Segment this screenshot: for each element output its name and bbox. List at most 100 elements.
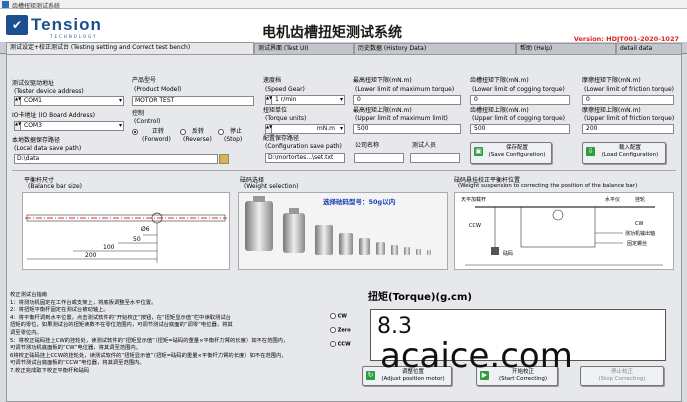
- susp-label-1: 天平加载杆: [461, 197, 487, 203]
- instruction-line: 7.校正完成取下校正平衡杆和砝码: [10, 367, 90, 374]
- save-path-label-en: (Local data save path): [14, 145, 82, 152]
- logo-subtext: TECHNOLOGY: [50, 34, 98, 39]
- load-config-label: 载入配置: [618, 145, 641, 151]
- max-upper-label-en: (Upper limit of maximum limit): [355, 115, 448, 122]
- tester-person-input[interactable]: [410, 153, 460, 163]
- divider: [12, 170, 676, 171]
- save-path-value: D:\data: [17, 155, 40, 162]
- cog-upper-label: 齿槽扭矩上限(mN.m): [470, 107, 529, 114]
- fric-lower-label: 摩擦扭矩下限(mN.m): [582, 77, 641, 84]
- start-label-en: (Start Correcting): [498, 376, 548, 382]
- zero-label: Zero: [337, 327, 351, 334]
- product-model-input[interactable]: MOTOR TEST: [132, 96, 254, 106]
- instruction-line: 可调节测试台底面板的“CCW”电位器，将其调至范围内。: [10, 360, 145, 367]
- balance-bar-diagram: Ø6 50 100 200: [22, 192, 230, 270]
- control-label: 控制: [132, 110, 145, 117]
- instructions-title: 校正测试台指南: [10, 292, 48, 298]
- io-address-select[interactable]: ▲▼ COM3: [14, 121, 124, 131]
- tester-person-label: 测试人员: [412, 142, 437, 149]
- ccw-led: [330, 341, 336, 347]
- instruction-line: 可调节测功机底面板的“CW”电位器，将其调至范围内。: [10, 345, 141, 352]
- save-config-label: 保存配置: [505, 145, 528, 151]
- torque-unit-select[interactable]: ▲▼ mN.m: [265, 124, 345, 134]
- company-label: 公司名称: [355, 142, 380, 149]
- fric-upper-input[interactable]: 200: [582, 124, 674, 134]
- tab-test-ui-label: 测试界面 (Test UI): [258, 45, 309, 52]
- radio-reverse-dot: [180, 129, 186, 135]
- app-title: 电机齿槽扭矩测试系统: [262, 25, 402, 41]
- cog-lower-input[interactable]: 0: [470, 95, 570, 105]
- folder-browse-icon[interactable]: [219, 154, 229, 164]
- cog-upper-label-en: (Upper limit of cogging torque): [472, 115, 566, 122]
- tab-help[interactable]: 帮助 (Help): [516, 43, 616, 54]
- ccw-label: CCW: [337, 341, 351, 348]
- zero-led: [330, 327, 336, 333]
- cog-lower-label: 齿槽扭矩下限(mN.m): [470, 77, 529, 84]
- radio-reverse[interactable]: [180, 128, 186, 136]
- product-label: 产品型号: [132, 77, 157, 84]
- product-label-en: (Product Model): [134, 86, 182, 93]
- dim-100: 100: [103, 244, 115, 251]
- tab-test-ui[interactable]: 测试界面 (Test UI): [254, 43, 354, 54]
- weight-caption: 选择砝码型号：50g以内: [323, 198, 396, 206]
- tab-detail[interactable]: detail data: [616, 43, 682, 54]
- radio-stop-dot: [218, 129, 224, 135]
- speed-gear-value: 1 r/min: [275, 96, 297, 103]
- tab-history[interactable]: 历史数据 (History Data): [354, 43, 516, 54]
- io-label: IO卡地址 (IO Board Address): [12, 112, 95, 119]
- bar-size-title-en: (Balance bar size): [28, 183, 83, 190]
- tester-address-value: COM1: [24, 97, 42, 104]
- cw-led: [330, 313, 336, 319]
- control-label-en: (Control): [134, 118, 161, 125]
- suspension-diagram: 天平加载杆 水平仪 挂轮 CCW CW 测功机输出轴 固定螺丝 砝码: [454, 192, 674, 270]
- max-lower-value: 0: [357, 96, 361, 103]
- cog-upper-input[interactable]: 500: [470, 124, 570, 134]
- cog-lower-label-en: (Lower limit of cogging torque): [472, 86, 565, 93]
- speed-gear-select[interactable]: ▲▼ 1 r/min: [265, 95, 345, 105]
- max-lower-input[interactable]: 0: [353, 95, 461, 105]
- save-config-button[interactable]: ▣ 保存配置 (Save Configuration): [470, 142, 552, 164]
- app-icon: [2, 1, 9, 8]
- io-address-value: COM3: [24, 122, 42, 129]
- stop-label-en: (Stop Correcting): [598, 376, 646, 382]
- balance-bar-drawing: [25, 212, 227, 263]
- fric-lower-input[interactable]: 0: [582, 95, 674, 105]
- torque-unit-label-en: (Torque units): [265, 115, 307, 122]
- tester-address-select[interactable]: ▲▼ COM1: [14, 96, 124, 106]
- cog-upper-value: 500: [474, 125, 486, 132]
- load-config-button[interactable]: ⇩ 载入配置 (Load Configuration): [582, 142, 666, 164]
- fric-upper-value: 200: [586, 125, 598, 132]
- load-icon: ⇩: [586, 147, 595, 156]
- tab-help-label: 帮助 (Help): [520, 45, 553, 52]
- max-upper-label: 最高扭矩上限(mN.m): [353, 107, 412, 114]
- save-path-field[interactable]: D:\data: [14, 154, 218, 164]
- weight-title-en: (Weight selection): [244, 183, 299, 190]
- radio-forward[interactable]: [132, 128, 138, 136]
- cog-lower-value: 0: [474, 96, 478, 103]
- instruction-line: 调至零位内。: [10, 329, 42, 336]
- max-upper-input[interactable]: 500: [353, 124, 461, 134]
- config-path-label-en: (Configuration save path): [265, 143, 342, 150]
- company-input[interactable]: [354, 153, 404, 163]
- product-model-value: MOTOR TEST: [135, 97, 175, 104]
- max-upper-value: 500: [357, 125, 369, 132]
- instructions: 校正测试台指南 1：将测功机固定在工作台或支架上，将底板调整至水平位置。 2：将…: [10, 292, 365, 376]
- fric-lower-label-en: (Lower limit of friction torque): [584, 86, 674, 93]
- config-path-field[interactable]: D:\mortortes...\set.txt: [265, 153, 345, 163]
- cw-label: CW: [337, 313, 347, 320]
- save-icon: ▣: [474, 147, 483, 156]
- stop-correcting-button[interactable]: 停止校正 (Stop Correcting): [580, 366, 664, 386]
- tab-bar: 测试设定+校正测试台 (Testing setting and Correct …: [0, 42, 687, 55]
- radio-stop[interactable]: [218, 128, 224, 136]
- tester-label-en: (Tester device address): [14, 88, 84, 95]
- adjust-label-en: (Adjust position motor): [381, 376, 445, 382]
- forward-label-en: (Forword): [142, 136, 171, 143]
- dim-200: 200: [85, 252, 97, 259]
- fric-upper-label: 摩擦扭矩上限(mN.m): [582, 107, 641, 114]
- susp-label-ccw: CCW: [469, 223, 481, 229]
- torque-title: 扭矩(Torque)(g.cm): [368, 292, 472, 303]
- reverse-label-en: (Reverse): [183, 136, 212, 143]
- tab-detail-label: detail data: [620, 45, 653, 52]
- window-titlebar: 齿槽扭矩测试系统: [0, 0, 687, 10]
- instruction-line: 扭矩的零位，如果测试台的扭矩读数不在零位范围内，可调节测试台底面的“调零”电位器…: [10, 322, 233, 329]
